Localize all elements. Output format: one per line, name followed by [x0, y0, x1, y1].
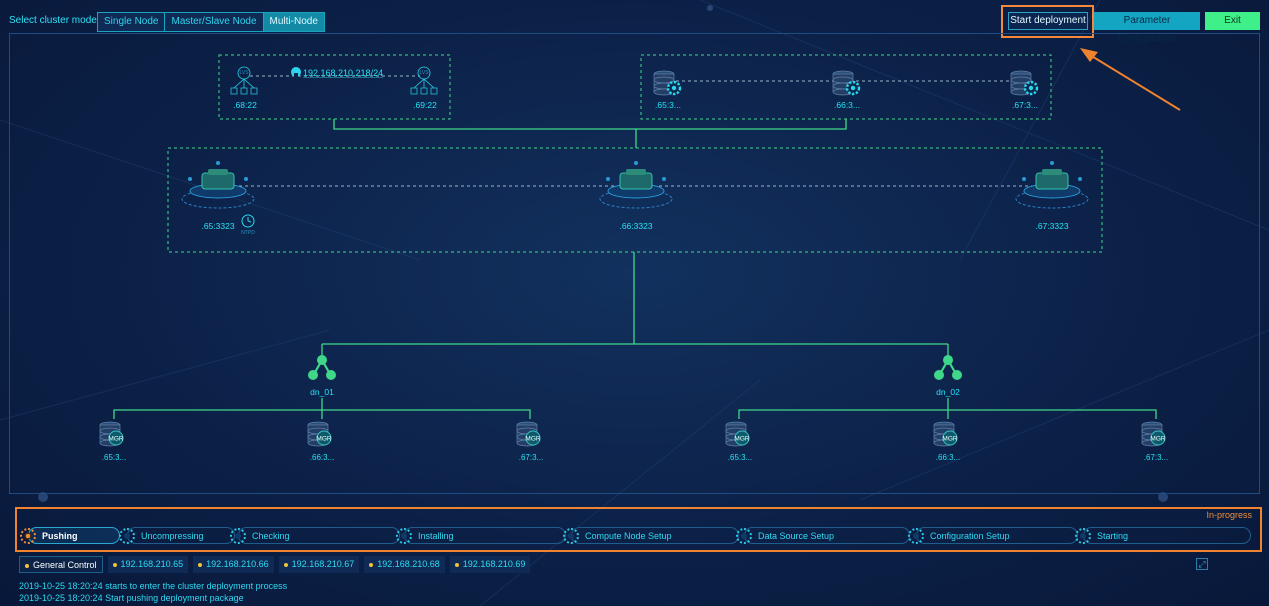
lb-icon-label: LVS [239, 70, 249, 76]
config-node-label: .66:3... [834, 100, 860, 110]
data-node-label: dn_02 [936, 387, 960, 397]
tab-label: 192.168.210.67 [291, 559, 355, 569]
status-dot [25, 563, 29, 568]
mgr-node-label: .66:3... [935, 453, 961, 462]
status-dot [283, 562, 288, 567]
step-label: Starting [1097, 530, 1129, 541]
step-progress-icon [736, 527, 752, 544]
compute-node-label: .66:3323 [619, 221, 653, 231]
config-db-icon [832, 70, 861, 96]
step-progress-icon [396, 527, 412, 544]
status-dot [112, 562, 117, 567]
mgr-node-label: .65:3... [101, 453, 127, 462]
tab-host-68[interactable]: 192.168.210.68 [364, 556, 445, 573]
tab-label: 192.168.210.66 [206, 559, 269, 569]
step-compute-node-setup[interactable]: Compute Node Setup [563, 527, 739, 544]
compute-node-icon [599, 160, 673, 209]
tab-general-control[interactable]: General Control [19, 556, 103, 573]
progress-status: In-progress [1206, 510, 1252, 520]
step-configuration-setup[interactable]: Configuration Setup [908, 527, 1078, 544]
lb-node-label: .69:22 [413, 100, 437, 110]
tab-host-65[interactable]: 192.168.210.65 [107, 556, 189, 573]
clock-icon [241, 214, 255, 228]
step-installing[interactable]: Installing [396, 527, 566, 544]
step-checking[interactable]: Checking [230, 527, 400, 544]
config-node-label: .65:3... [655, 100, 681, 110]
step-data-source-setup[interactable]: Data Source Setup [736, 527, 910, 544]
compute-node-icon [1015, 160, 1089, 209]
tab-host-69[interactable]: 192.168.210.69 [449, 556, 531, 573]
config-db-icon [1010, 70, 1039, 96]
status-dot [198, 562, 203, 567]
step-label: Checking [252, 530, 290, 541]
expand-icon[interactable]: ⤢ [1196, 558, 1208, 570]
mgr-db-icon [100, 422, 124, 446]
step-label: Pushing [42, 530, 78, 541]
orange-pointer-arrow [1080, 48, 1181, 111]
tab-label: 192.168.210.69 [462, 559, 526, 569]
mgr-db-icon [934, 422, 958, 446]
deployment-progress-bar: In-progress Pushing Uncompressing Checki… [15, 507, 1262, 552]
compute-node-icon [181, 160, 255, 209]
tab-label: General Control [33, 560, 97, 570]
mgr-db-icon [726, 422, 750, 446]
step-progress-icon [1075, 527, 1091, 544]
step-label: Compute Node Setup [585, 530, 672, 541]
step-progress-icon [908, 527, 924, 544]
mgr-node-label: .67:3... [1143, 453, 1169, 462]
compute-node-label: .65:3323 [201, 221, 235, 231]
step-pushing[interactable]: Pushing [20, 527, 120, 544]
step-starting[interactable]: Starting [1075, 527, 1251, 544]
mgr-node-label: .67:3... [518, 453, 544, 462]
step-pushing-icon [20, 527, 36, 544]
log-line: 2019-10-25 18:20:24 starts to enter the … [19, 581, 288, 591]
tab-label: 192.168.210.65 [120, 559, 184, 569]
deployment-log: 2019-10-25 18:20:24 starts to enter the … [19, 580, 287, 604]
mgr-db-icon [517, 422, 541, 446]
vip-label: 192.168.210.218/24 [303, 68, 384, 78]
step-label: Configuration Setup [930, 530, 1010, 541]
step-label: Data Source Setup [758, 530, 835, 541]
mgr-db-icon [1142, 422, 1166, 446]
compute-node-label: .67:3323 [1035, 221, 1069, 231]
tab-host-67[interactable]: 192.168.210.67 [278, 556, 360, 573]
step-label: Installing [418, 530, 454, 541]
config-db-icon [653, 70, 682, 96]
tab-host-66[interactable]: 192.168.210.66 [193, 556, 274, 573]
tab-label: 192.168.210.68 [377, 559, 440, 569]
data-node-icon [932, 353, 964, 382]
mgr-node-label: .66:3... [309, 453, 335, 462]
step-label: Uncompressing [141, 530, 204, 541]
data-node-icon [306, 353, 338, 382]
step-progress-icon [119, 527, 135, 544]
lb-node-label: .68:22 [233, 100, 257, 110]
mgr-node-label: .65:3... [727, 453, 753, 462]
lb-icon-label: LVS [419, 70, 429, 76]
data-node-label: dn_01 [310, 387, 334, 397]
log-line: 2019-10-25 18:20:24 Start pushing deploy… [19, 593, 244, 603]
step-progress-icon [563, 527, 579, 544]
config-node-label: .67:3... [1012, 100, 1038, 110]
step-uncompressing[interactable]: Uncompressing [119, 527, 235, 544]
status-dot [369, 562, 374, 567]
ntpd-label: NTPD [241, 230, 255, 236]
mgr-db-icon [308, 422, 332, 446]
host-tabs: General Control 192.168.210.65 192.168.2… [19, 556, 531, 573]
status-dot [454, 562, 459, 567]
step-progress-icon [230, 527, 246, 544]
